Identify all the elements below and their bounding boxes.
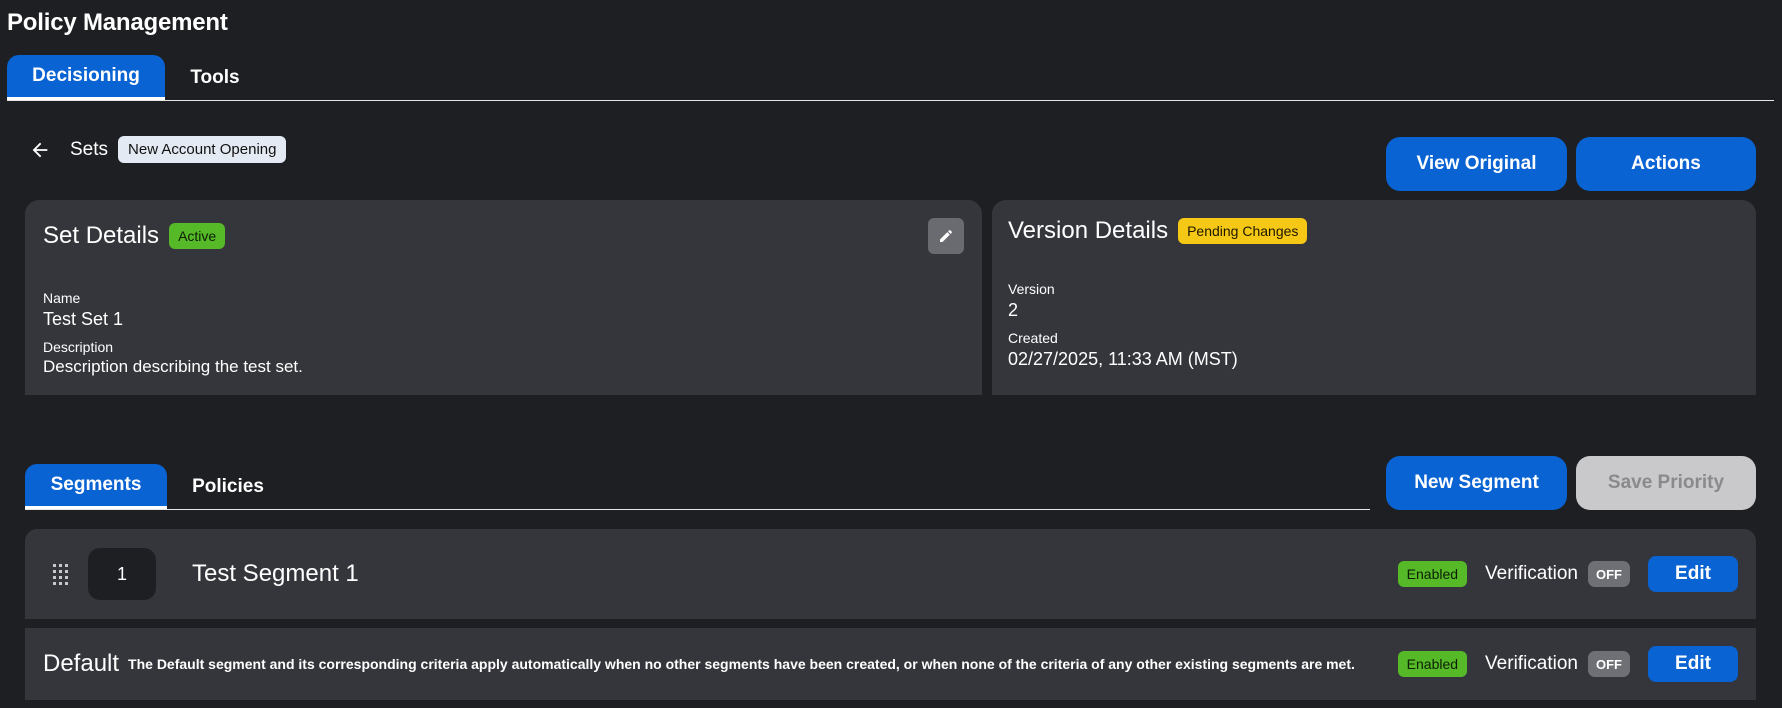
segment-row[interactable]: 1 Test Segment 1 Enabled Verification OF…: [25, 529, 1756, 619]
verification-label: Verification: [1485, 563, 1578, 584]
tab-segments[interactable]: Segments: [25, 464, 167, 509]
set-details-title: Set Details: [43, 222, 160, 249]
enabled-badge: Enabled: [1397, 651, 1468, 677]
verification-label: Verification: [1485, 653, 1578, 674]
default-segment-description: The Default segment and its correspondin…: [128, 656, 1355, 672]
tab-tools[interactable]: Tools: [165, 55, 265, 100]
drag-handle-icon[interactable]: [52, 563, 70, 585]
name-value: Test Set 1: [43, 309, 124, 329]
verification-toggle[interactable]: OFF: [1588, 651, 1630, 677]
version-details-header: Version Details Pending Changes: [1008, 217, 1308, 245]
default-segment-controls: Enabled Verification OFF Edit: [1397, 628, 1738, 700]
tab-policies[interactable]: Policies: [167, 464, 289, 509]
description-label: Description: [43, 339, 114, 355]
default-segment-title: Default: [43, 650, 120, 677]
set-details-card: Set Details Active Name Test Set 1 Descr…: [25, 200, 982, 395]
default-segment-row: Default The Default segment and its corr…: [25, 628, 1756, 700]
version-details-card: Version Details Pending Changes Version …: [992, 200, 1756, 395]
save-priority-button[interactable]: Save Priority: [1576, 456, 1756, 510]
description-value: Description describing the test set.: [43, 357, 303, 376]
created-label: Created: [1008, 330, 1058, 346]
status-badge: Active: [169, 223, 226, 249]
name-label: Name: [43, 290, 81, 306]
pencil-icon[interactable]: [928, 218, 964, 254]
page-title: Policy Management: [7, 9, 228, 36]
view-original-button[interactable]: View Original: [1386, 137, 1567, 191]
segment-priority: 1: [88, 548, 156, 600]
verification-toggle[interactable]: OFF: [1588, 561, 1630, 587]
tab-decisioning[interactable]: Decisioning: [7, 55, 165, 100]
new-segment-button[interactable]: New Segment: [1386, 456, 1567, 510]
breadcrumb-sets-link[interactable]: Sets: [70, 139, 108, 161]
created-value: 02/27/2025, 11:33 AM (MST): [1008, 349, 1238, 369]
breadcrumb-current-badge: New Account Opening: [118, 136, 287, 163]
edit-segment-button[interactable]: Edit: [1648, 556, 1738, 592]
breadcrumb: Sets New Account Opening: [28, 136, 287, 163]
top-tab-bar: Decisioning Tools: [7, 55, 1774, 101]
set-details-header: Set Details Active: [43, 222, 226, 250]
segment-tab-bar: Segments Policies: [25, 464, 1370, 510]
version-label: Version: [1008, 281, 1055, 297]
segment-name: Test Segment 1: [192, 560, 359, 587]
actions-button[interactable]: Actions: [1576, 137, 1756, 191]
segment-controls: Enabled Verification OFF Edit: [1397, 529, 1738, 619]
arrow-left-icon[interactable]: [28, 138, 52, 162]
enabled-badge: Enabled: [1397, 561, 1468, 587]
version-details-title: Version Details: [1008, 217, 1169, 244]
version-value: 2: [1008, 300, 1019, 320]
edit-default-segment-button[interactable]: Edit: [1648, 646, 1738, 682]
pending-changes-badge: Pending Changes: [1178, 218, 1308, 244]
